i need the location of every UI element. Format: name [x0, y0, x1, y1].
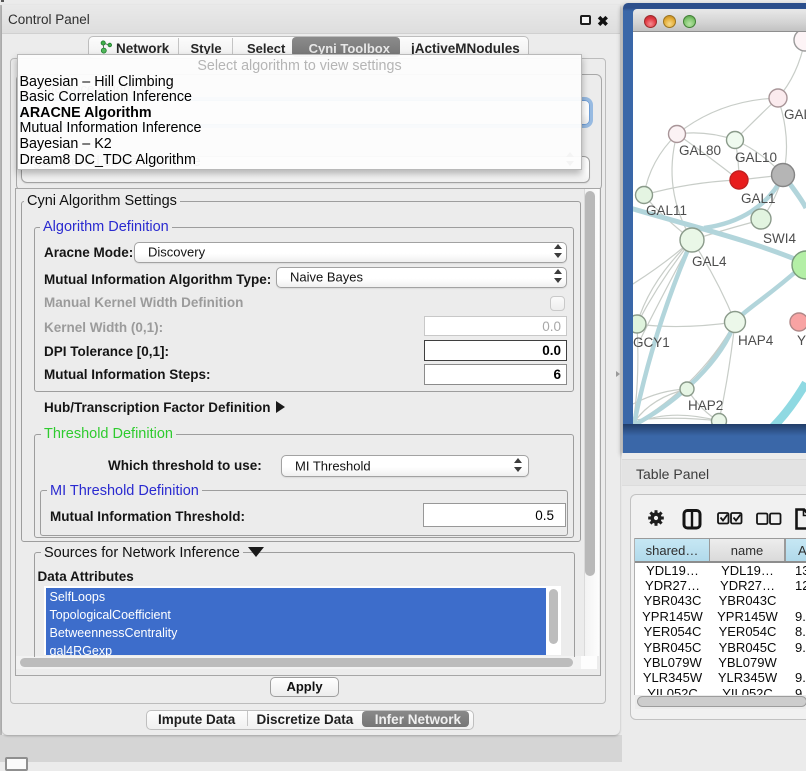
svg-text:GAL10: GAL10	[735, 150, 777, 165]
svg-text:GAL7: GAL7	[784, 107, 806, 122]
svg-text:YM: YM	[797, 333, 806, 348]
svg-text:GAL1: GAL1	[741, 191, 776, 206]
svg-text:GCY1: GCY1	[633, 335, 670, 350]
svg-text:HAP2: HAP2	[688, 398, 723, 413]
svg-text:SWI4: SWI4	[763, 231, 796, 246]
svg-text:GAL80: GAL80	[679, 143, 721, 158]
svg-text:HAP4: HAP4	[738, 333, 774, 348]
svg-text:GAL11: GAL11	[646, 203, 687, 218]
svg-text:GAL4: GAL4	[692, 254, 727, 269]
